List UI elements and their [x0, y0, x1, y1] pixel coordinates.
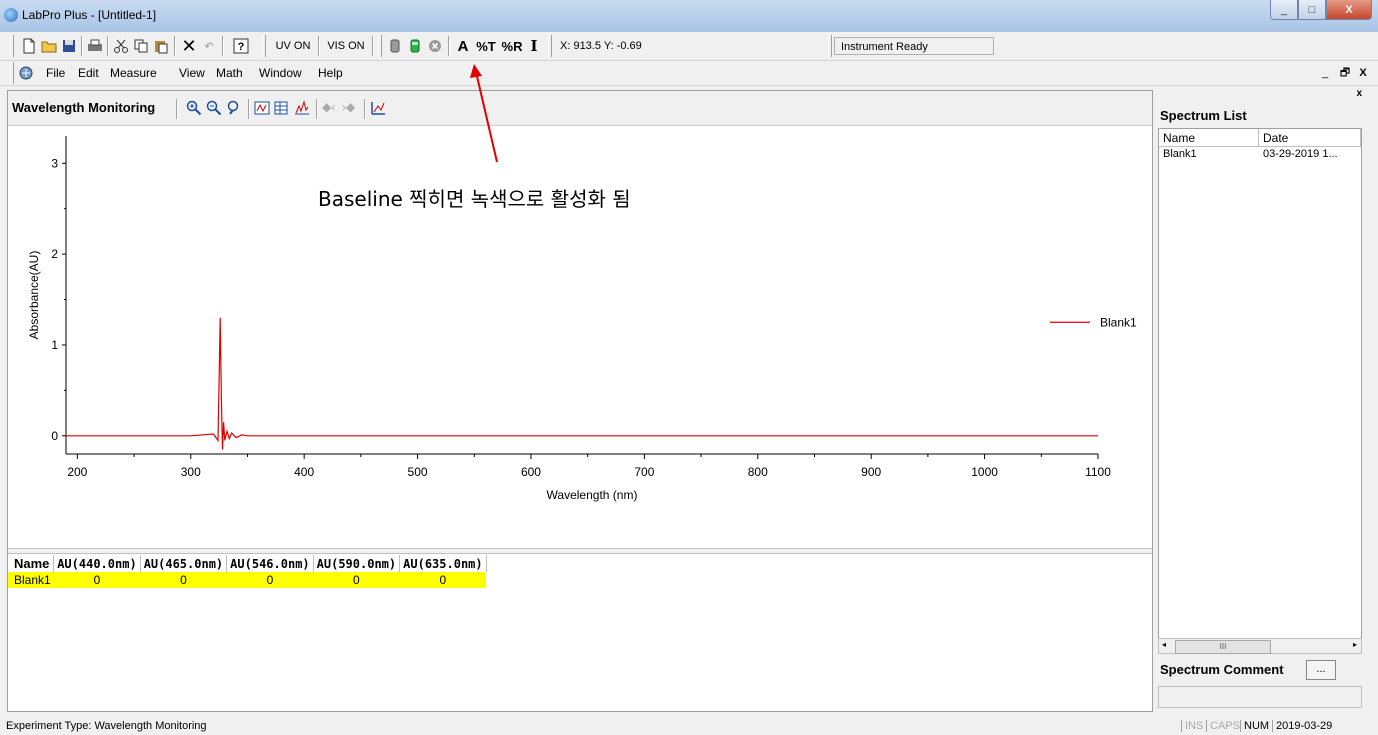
status-bar: Experiment Type: Wavelength Monitoring I…	[0, 717, 1378, 735]
num-indicator: NUM	[1240, 720, 1272, 732]
column-header-name[interactable]: Name	[1159, 129, 1259, 147]
date-indicator: 2019-03-29	[1272, 720, 1335, 732]
spectrum-comment-button[interactable]: ...	[1306, 660, 1336, 680]
scroll-left-icon[interactable]: ◂	[1162, 640, 1166, 649]
annotation-arrow	[475, 71, 498, 163]
experiment-type-text: Experiment Type: Wavelength Monitoring	[6, 720, 207, 732]
ins-indicator: INS	[1181, 720, 1206, 732]
horizontal-scrollbar[interactable]: ◂ III ▸	[1158, 638, 1362, 654]
spectrum-comment-field[interactable]	[1158, 686, 1362, 708]
spectrum-list-panel: x Spectrum List Name Date Blank1 03-29-2…	[1156, 88, 1364, 712]
spectrum-comment-label: Spectrum Comment	[1160, 662, 1284, 677]
list-item-date[interactable]: 03-29-2019 1...	[1259, 147, 1361, 161]
list-item-name[interactable]: Blank1	[1159, 147, 1259, 161]
scroll-thumb[interactable]: III	[1175, 640, 1271, 654]
annotation-arrowhead	[470, 64, 482, 78]
column-header-date[interactable]: Date	[1259, 129, 1361, 147]
caps-indicator: CAPS	[1206, 720, 1243, 732]
scroll-right-icon[interactable]: ▸	[1353, 640, 1357, 649]
spectrum-list[interactable]: Name Date Blank1 03-29-2019 1...	[1158, 128, 1362, 646]
spectrum-list-title: Spectrum List	[1160, 108, 1247, 123]
annotation-text: Baseline 찍히면 녹색으로 활성화 됨	[318, 187, 631, 211]
panel-close-button[interactable]: x	[1356, 88, 1362, 99]
